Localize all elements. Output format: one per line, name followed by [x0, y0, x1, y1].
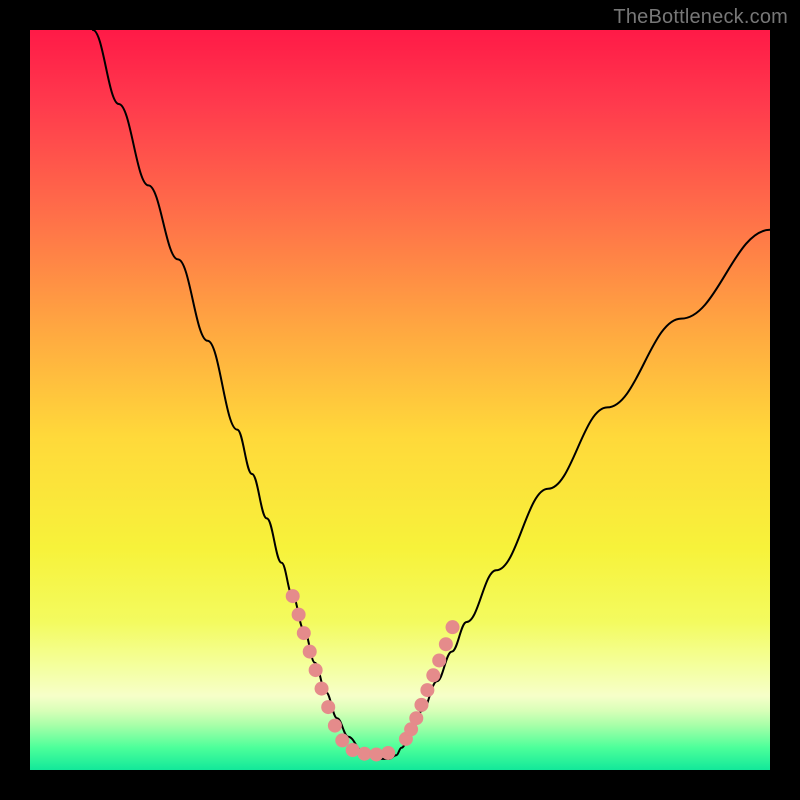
- marker-point: [346, 743, 360, 757]
- marker-point: [414, 698, 428, 712]
- marker-point: [335, 733, 349, 747]
- marker-point: [381, 746, 395, 760]
- marker-point: [292, 608, 306, 622]
- plot-area: [30, 30, 770, 770]
- marker-point: [297, 626, 311, 640]
- marker-point: [432, 653, 446, 667]
- watermark-text: TheBottleneck.com: [613, 6, 788, 29]
- chart-background: [30, 30, 770, 770]
- marker-point: [328, 719, 342, 733]
- marker-point: [369, 747, 383, 761]
- chart-svg: [30, 30, 770, 770]
- marker-point: [409, 711, 423, 725]
- marker-point: [439, 637, 453, 651]
- marker-point: [420, 683, 434, 697]
- chart-frame: TheBottleneck.com: [0, 0, 800, 800]
- marker-point: [286, 589, 300, 603]
- marker-point: [303, 645, 317, 659]
- marker-point: [315, 682, 329, 696]
- marker-point: [426, 668, 440, 682]
- marker-point: [446, 620, 460, 634]
- marker-point: [321, 700, 335, 714]
- marker-point: [309, 663, 323, 677]
